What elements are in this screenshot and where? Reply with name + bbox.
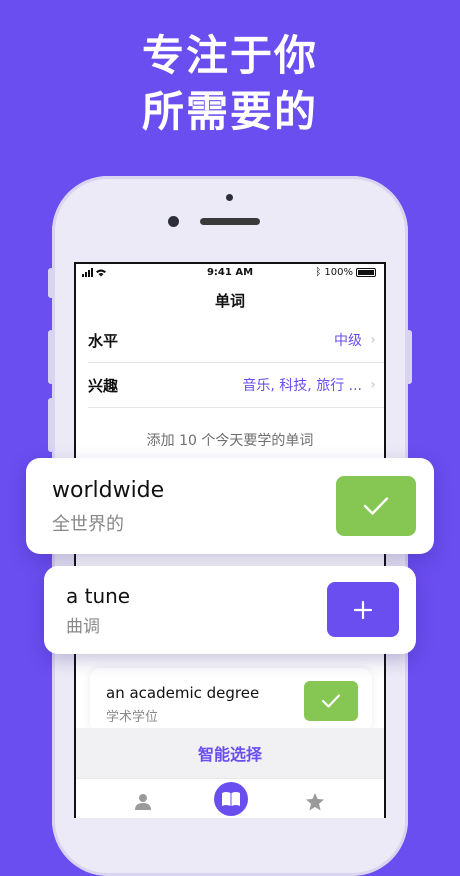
word-text: a tune [66, 584, 131, 608]
plus-icon [353, 600, 373, 619]
phone-camera [168, 216, 179, 227]
hint-text: 添加 10 个今天要学的单词 [146, 433, 314, 449]
phone-sensor [226, 194, 233, 201]
word-card: an academic degree 学术学位 [90, 668, 372, 732]
battery-icon [356, 268, 376, 277]
settings-row-interests[interactable]: 兴趣 音乐, 科技, 旅行 ... › [88, 363, 384, 408]
battery-percent: 100% [324, 267, 353, 278]
word-text: worldwide [52, 478, 165, 503]
word-text: an academic degree [106, 684, 260, 702]
check-icon [321, 694, 341, 708]
smart-select-button[interactable]: 智能选择 [76, 728, 384, 778]
person-icon [135, 794, 151, 810]
word-translation: 学术学位 [106, 710, 159, 725]
book-icon [222, 792, 240, 806]
check-button[interactable] [336, 476, 416, 536]
add-button[interactable] [327, 582, 399, 637]
settings-value: 中级 [334, 333, 362, 349]
word-translation: 曲调 [66, 617, 100, 637]
tab-words[interactable] [214, 782, 248, 816]
tab-profile[interactable] [128, 787, 158, 817]
star-icon [306, 793, 324, 811]
settings-label: 水平 [88, 331, 119, 350]
word-translation: 全世界的 [52, 514, 124, 535]
phone-speaker [200, 218, 260, 225]
check-button[interactable] [304, 681, 358, 721]
headline-line-2: 所需要的 [141, 87, 318, 136]
status-bar: 9:41 AM ᛒ 100% [76, 264, 384, 282]
bluetooth-icon: ᛒ [315, 267, 322, 278]
word-card: worldwide 全世界的 [26, 458, 434, 554]
tab-bar [76, 778, 384, 818]
chevron-right-icon: › [370, 377, 376, 393]
settings-label: 兴趣 [88, 376, 119, 395]
chevron-right-icon: › [370, 332, 376, 348]
headline: 专注于你 所需要的 [0, 28, 460, 140]
tab-favorites[interactable] [300, 787, 330, 817]
page-title: 单词 [214, 292, 245, 310]
settings-row-level[interactable]: 水平 中级 › [88, 318, 384, 363]
check-icon [363, 497, 389, 515]
word-card: a tune 曲调 [44, 566, 416, 654]
settings-value: 音乐, 科技, 旅行 ... [242, 378, 362, 394]
headline-line-1: 专注于你 [141, 31, 318, 80]
